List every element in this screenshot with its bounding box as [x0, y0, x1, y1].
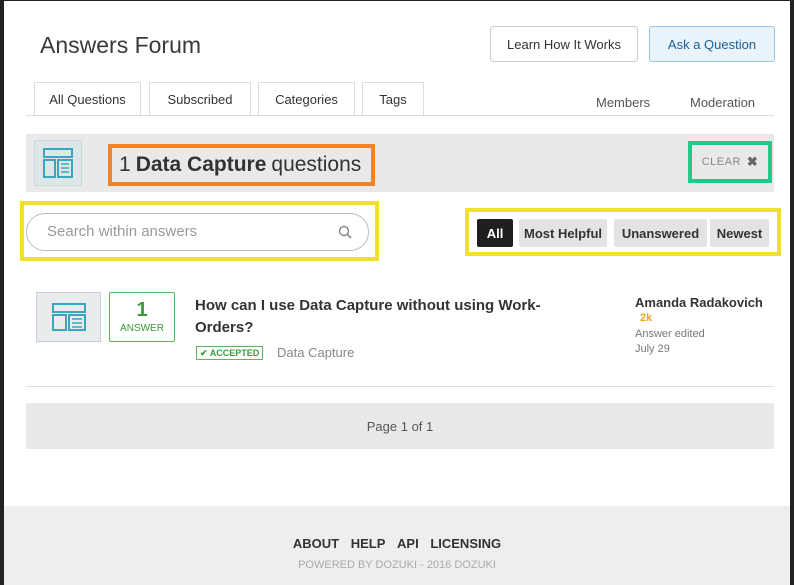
answer-label: ANSWER [120, 323, 164, 334]
question-category-link[interactable]: Data Capture [277, 345, 354, 360]
question-title-link[interactable]: How can I use Data Capture without using… [195, 295, 595, 339]
learn-how-it-works-button[interactable]: Learn How It Works [490, 26, 638, 62]
filter-most-helpful[interactable]: Most Helpful [519, 219, 607, 247]
answer-count: 1 [136, 299, 148, 321]
author-link[interactable]: Amanda Radakovich [635, 295, 763, 310]
author-reputation: 2k [640, 312, 653, 324]
tab-divider [26, 115, 774, 116]
tab-all-questions[interactable]: All Questions [34, 82, 141, 115]
ask-question-button[interactable]: Ask a Question [649, 26, 775, 62]
footer-credit: POWERED BY DOZUKI - 2016 DOZUKI [298, 559, 496, 571]
search-box[interactable] [26, 213, 369, 251]
answer-count-box: 1 ANSWER [109, 292, 175, 342]
category-name: Data Capture [135, 153, 267, 176]
footer-link-api[interactable]: API [397, 536, 419, 551]
search-icon[interactable] [338, 225, 352, 244]
tab-subscribed[interactable]: Subscribed [149, 82, 251, 115]
footer-link-licensing[interactable]: LICENSING [430, 536, 501, 551]
row-divider [26, 386, 774, 387]
answer-status: Answer edited [635, 328, 705, 340]
question-category-icon[interactable] [36, 292, 101, 342]
accepted-badge: ✔ ACCEPTED [196, 346, 264, 360]
pagination: Page 1 of 1 [26, 403, 774, 449]
tab-moderation[interactable]: Moderation [690, 95, 755, 110]
category-icon [34, 140, 82, 186]
question-count: 1 [119, 153, 131, 176]
category-suffix: questions [271, 153, 362, 176]
clear-filter-button[interactable]: CLEAR ✖ [688, 141, 772, 183]
answer-date: July 29 [635, 343, 670, 355]
footer-link-about[interactable]: ABOUT [293, 536, 339, 551]
category-heading: 1 Data Capture questions [108, 144, 375, 186]
filter-all[interactable]: All [477, 219, 513, 247]
close-icon: ✖ [746, 154, 759, 169]
tab-tags[interactable]: Tags [362, 82, 424, 115]
page-indicator: Page 1 of 1 [366, 418, 434, 434]
footer-links: ABOUT HELP API LICENSING [4, 536, 790, 551]
tab-members[interactable]: Members [596, 95, 650, 110]
clear-label: CLEAR [701, 156, 741, 168]
tab-categories[interactable]: Categories [258, 82, 355, 115]
footer: ABOUT HELP API LICENSING POWERED BY DOZU… [4, 506, 790, 585]
search-input[interactable] [47, 223, 327, 240]
filter-newest[interactable]: Newest [710, 219, 769, 247]
footer-link-help[interactable]: HELP [351, 536, 386, 551]
filter-unanswered[interactable]: Unanswered [614, 219, 707, 247]
page-title: Answers Forum [40, 32, 202, 58]
